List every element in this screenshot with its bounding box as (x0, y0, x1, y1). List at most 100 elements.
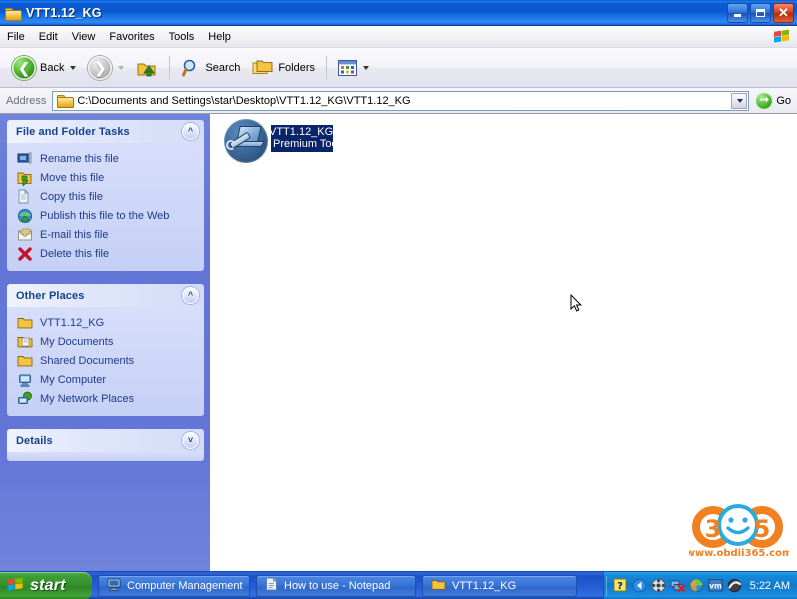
forward-arrow-icon: ❯ (88, 55, 113, 80)
window-controls: ✕ (727, 2, 797, 23)
chevron-up-icon[interactable]: ^ (182, 123, 199, 140)
address-folder-icon (57, 94, 75, 108)
shield-swoosh-icon[interactable] (727, 578, 742, 593)
back-dropdown-icon[interactable] (70, 65, 77, 70)
place-vtt112-kg[interactable]: VTT1.12_KG (17, 313, 200, 332)
vm-icon[interactable]: vm (707, 578, 723, 593)
address-input[interactable]: C:\Documents and Settings\star\Desktop\V… (52, 90, 750, 111)
panel-header[interactable]: File and Folder Tasks ^ (7, 120, 204, 143)
views-icon (338, 59, 358, 76)
task-label: Copy this file (40, 190, 103, 203)
menu-bar: File Edit View Favorites Tools Help (0, 26, 797, 48)
address-dropdown-button[interactable] (731, 92, 748, 109)
panel-body: Rename this file Move this file Copy thi… (7, 143, 204, 271)
task-email-this-file[interactable]: E-mail this file (17, 225, 200, 244)
toolbar: ❮ Back ❯ Search Folders (0, 48, 797, 88)
task-move-this-file[interactable]: Move this file (17, 168, 200, 187)
chevron-up-icon[interactable]: ^ (182, 287, 199, 304)
place-my-network-places[interactable]: My Network Places (17, 389, 200, 408)
minimize-button[interactable] (727, 2, 748, 23)
move-file-icon (17, 170, 33, 187)
search-button[interactable]: Search (175, 52, 246, 84)
task-label: Delete this file (40, 247, 110, 260)
forward-dropdown-icon[interactable] (118, 65, 125, 70)
maximize-button[interactable] (750, 2, 771, 23)
task-label: Publish this file to the Web (40, 209, 170, 222)
application-tool-icon (224, 119, 268, 163)
up-folder-icon (136, 58, 158, 78)
panel-other-places: Other Places ^ VTT1.12_KG My Documents S… (7, 284, 204, 416)
close-button[interactable]: ✕ (773, 2, 794, 23)
menu-help[interactable]: Help (201, 29, 238, 45)
address-label: Address (6, 94, 47, 107)
forward-button[interactable]: ❯ (82, 52, 130, 84)
views-dropdown-icon[interactable] (363, 65, 370, 70)
globe-icon[interactable] (689, 578, 704, 593)
system-tray: ? vm 5:22 AM (602, 571, 797, 599)
start-button[interactable]: start (0, 571, 92, 599)
taskbar-item-vtt112-kg[interactable]: VTT1.12_KG (422, 574, 577, 597)
folder-icon (17, 315, 33, 331)
panel-header[interactable]: Other Places ^ (7, 284, 204, 307)
address-bar: Address C:\Documents and Settings\star\D… (0, 88, 797, 114)
magnifier-icon (181, 58, 201, 78)
svg-text:?: ? (617, 581, 623, 592)
panel-title: Other Places (16, 289, 85, 302)
go-button[interactable]: ➞ Go (749, 91, 797, 110)
menu-favorites[interactable]: Favorites (102, 29, 161, 45)
panel-title: File and Folder Tasks (16, 125, 130, 138)
explorer-window: VTT1.12_KG ✕ File Edit View Favorites To… (0, 0, 797, 599)
place-label: My Network Places (40, 392, 135, 405)
up-button[interactable] (130, 52, 164, 84)
media-wheel-icon[interactable] (651, 578, 666, 593)
back-arrow-icon: ❮ (12, 55, 36, 80)
network-places-icon (17, 391, 33, 407)
menu-view[interactable]: View (65, 29, 103, 45)
place-shared-documents[interactable]: Shared Documents (17, 351, 200, 370)
place-my-documents[interactable]: My Documents (17, 332, 200, 351)
menu-tools[interactable]: Tools (162, 29, 202, 45)
file-name-line-1: VTT1.12_KG (271, 126, 333, 138)
menu-edit[interactable]: Edit (32, 29, 65, 45)
go-label: Go (776, 94, 791, 107)
taskbar-item-label: VTT1.12_KG (452, 579, 517, 592)
window-title: VTT1.12_KG (26, 5, 102, 20)
search-label: Search (205, 61, 241, 74)
folder-icon (431, 578, 446, 594)
toolbar-separator (169, 55, 171, 80)
back-button[interactable]: ❮ Back (6, 52, 82, 84)
panel-title: Details (16, 434, 53, 447)
svg-text:5: 5 (754, 515, 771, 543)
panel-header[interactable]: Details ˅ (7, 429, 204, 452)
taskbar-item-how-to-use-notepad[interactable]: How to use - Notepad (256, 574, 416, 597)
shared-folder-icon (17, 353, 33, 369)
help-question-icon[interactable]: ? (613, 578, 628, 593)
file-name-line-2: Premium Tool (273, 138, 333, 150)
task-pane-sidebar: File and Folder Tasks ^ Rename this file (0, 114, 210, 571)
chevron-down-icon[interactable]: ˅ (182, 432, 199, 449)
file-label[interactable]: VTT1.12_KG Premium Tool (271, 125, 333, 152)
file-list-view[interactable]: VTT1.12_KG Premium Tool (210, 114, 797, 571)
task-publish-this-file-to-the-web[interactable]: Publish this file to the Web (17, 206, 200, 225)
task-label: Rename this file (40, 152, 119, 165)
copy-file-icon (17, 189, 33, 205)
panel-file-and-folder-tasks: File and Folder Tasks ^ Rename this file (7, 120, 204, 271)
taskbar-item-label: Computer Management (127, 579, 243, 592)
folders-button[interactable]: Folders (246, 52, 321, 84)
task-rename-this-file[interactable]: Rename this file (17, 149, 200, 168)
watermark-logo: 3 5 www.obdii365.com (686, 501, 792, 563)
place-my-computer[interactable]: My Computer (17, 370, 200, 389)
place-label: My Documents (40, 335, 114, 348)
clock[interactable]: 5:22 AM (750, 580, 790, 592)
network-disconnected-icon[interactable] (670, 578, 685, 593)
taskbar-item-computer-management[interactable]: Computer Management (98, 574, 250, 597)
task-copy-this-file[interactable]: Copy this file (17, 187, 200, 206)
task-delete-this-file[interactable]: Delete this file (17, 244, 200, 263)
menu-file[interactable]: File (0, 29, 32, 45)
panel-details: Details ˅ (7, 429, 204, 461)
back-circle-icon[interactable] (632, 578, 647, 593)
my-computer-icon (17, 372, 33, 388)
file-item[interactable]: VTT1.12_KG Premium Tool (224, 119, 333, 163)
delete-x-icon (17, 246, 33, 262)
views-button[interactable] (332, 52, 375, 84)
